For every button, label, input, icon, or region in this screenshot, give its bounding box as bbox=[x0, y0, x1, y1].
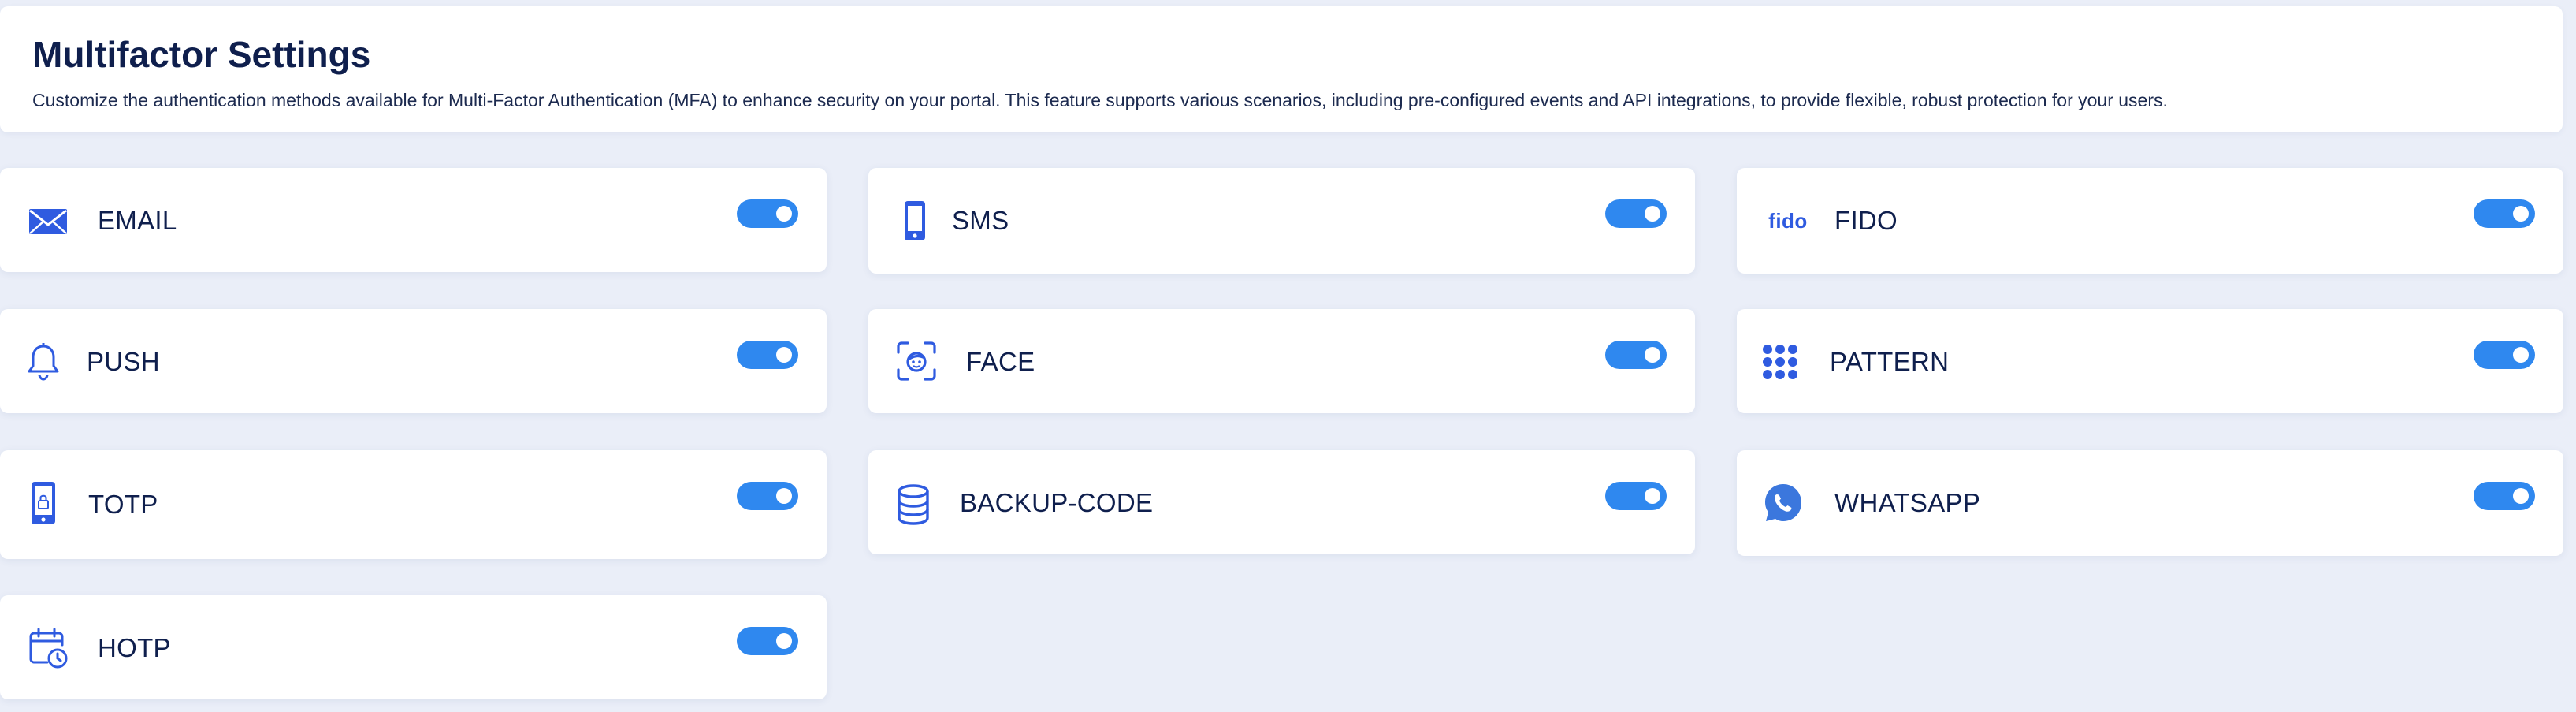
face-toggle[interactable] bbox=[1605, 341, 1667, 369]
method-label-face: FACE bbox=[966, 347, 1035, 376]
mfa-card-pattern: PATTERN bbox=[1737, 309, 2563, 413]
toggle-knob bbox=[1645, 206, 1660, 222]
envelope-icon bbox=[25, 198, 71, 244]
page-header: Multifactor Settings Customize the authe… bbox=[0, 6, 2563, 132]
calendar-clock-icon bbox=[25, 625, 71, 671]
face-scan-icon bbox=[894, 338, 939, 384]
mfa-card-hotp: HOTP bbox=[0, 595, 827, 699]
hotp-toggle[interactable] bbox=[737, 627, 798, 655]
toggle-knob bbox=[776, 488, 792, 504]
whatsapp-toggle[interactable] bbox=[2474, 482, 2535, 510]
toggle-knob bbox=[1645, 488, 1660, 504]
mfa-card-whatsapp: WHATSAPP bbox=[1737, 450, 2563, 556]
toggle-knob bbox=[1645, 347, 1660, 363]
method-label-backup-code: BACKUP-CODE bbox=[960, 488, 1154, 517]
totp-toggle[interactable] bbox=[737, 482, 798, 510]
method-label-hotp: HOTP bbox=[98, 633, 171, 662]
toggle-knob bbox=[776, 347, 792, 363]
mfa-card-sms: SMS bbox=[868, 168, 1695, 274]
email-toggle[interactable] bbox=[737, 199, 798, 228]
toggle-knob bbox=[776, 206, 792, 222]
push-toggle[interactable] bbox=[737, 341, 798, 369]
page-title: Multifactor Settings bbox=[32, 34, 371, 75]
bell-icon bbox=[20, 339, 66, 385]
mfa-card-totp: TOTP bbox=[0, 450, 827, 559]
mobile-phone-icon bbox=[892, 198, 938, 244]
method-label-whatsapp: WHATSAPP bbox=[1834, 488, 1981, 517]
backup-code-toggle[interactable] bbox=[1605, 482, 1667, 510]
mfa-card-fido: fido FIDO bbox=[1737, 168, 2563, 274]
method-label-push: PUSH bbox=[87, 347, 160, 376]
method-label-totp: TOTP bbox=[88, 490, 158, 519]
method-label-fido: FIDO bbox=[1834, 206, 1898, 235]
whatsapp-icon bbox=[1760, 480, 1806, 526]
sms-toggle[interactable] bbox=[1605, 199, 1667, 228]
mfa-card-push: PUSH bbox=[0, 309, 827, 413]
fido-toggle[interactable] bbox=[2474, 199, 2535, 228]
toggle-knob bbox=[2513, 206, 2529, 222]
mfa-card-face: FACE bbox=[868, 309, 1695, 413]
page-description: Customize the authentication methods ava… bbox=[32, 90, 2168, 110]
fido-logo-icon: fido bbox=[1760, 198, 1816, 244]
mfa-card-backup-code: BACKUP-CODE bbox=[868, 450, 1695, 554]
phone-lock-icon bbox=[20, 480, 66, 526]
toggle-knob bbox=[776, 633, 792, 649]
method-label-pattern: PATTERN bbox=[1830, 347, 1950, 376]
mfa-card-email: EMAIL bbox=[0, 168, 827, 272]
method-label-email: EMAIL bbox=[98, 206, 177, 235]
dot-grid-icon bbox=[1757, 339, 1803, 385]
toggle-knob bbox=[2513, 488, 2529, 504]
database-icon bbox=[890, 482, 936, 527]
toggle-knob bbox=[2513, 347, 2529, 363]
pattern-toggle[interactable] bbox=[2474, 341, 2535, 369]
fido-logo-text: fido bbox=[1768, 208, 1808, 233]
method-label-sms: SMS bbox=[952, 206, 1009, 235]
